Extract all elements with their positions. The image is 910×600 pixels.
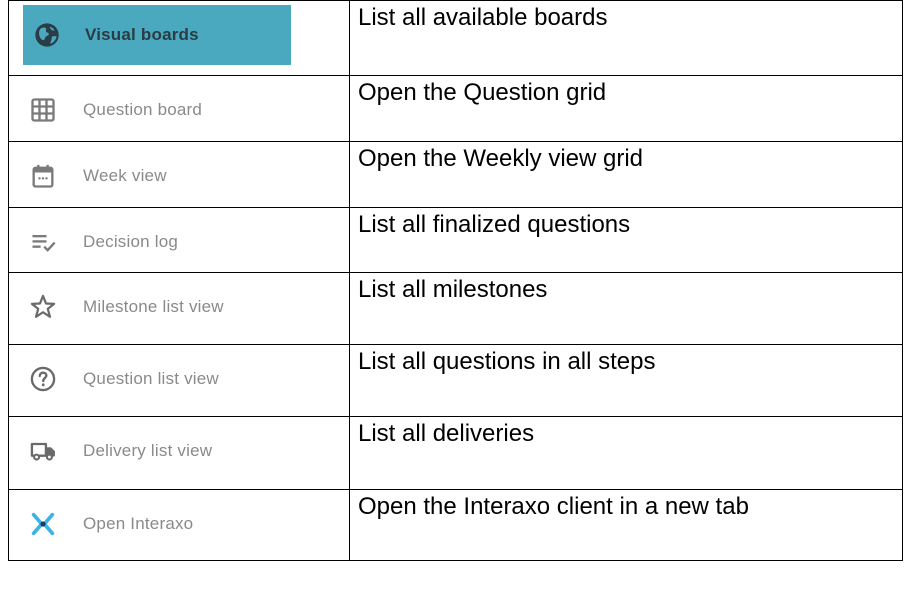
menu-item-label: Milestone list view [83, 297, 224, 316]
menu-item-label: Open Interaxo [83, 514, 194, 533]
menu-cell: Question board [8, 75, 350, 142]
table-row: Decision log List all finalized question… [8, 207, 903, 273]
description-cell: List all questions in all steps [349, 344, 903, 417]
table-row: Delivery list view List all deliveries [8, 416, 903, 490]
row-description: List all finalized questions [358, 211, 631, 238]
calendar-icon [29, 162, 57, 190]
menu-item-decision-log[interactable]: Decision log [23, 216, 178, 268]
row-description: Open the Weekly view grid [358, 145, 644, 172]
menu-item-week-view[interactable]: Week view [23, 150, 167, 202]
menu-cell: Week view [8, 141, 350, 208]
menu-cell: Milestone list view [8, 272, 350, 345]
menu-item-label: Week view [83, 166, 167, 185]
truck-icon [29, 437, 57, 465]
menu-item-label: Decision log [83, 232, 179, 251]
grid-icon [29, 96, 57, 124]
star-icon [29, 293, 57, 321]
description-cell: List all deliveries [349, 416, 903, 490]
table-row: Visual boards List all available boards [8, 0, 903, 76]
description-cell: Open the Weekly view grid [349, 141, 903, 208]
menu-reference-table: Visual boards List all available boards [8, 0, 903, 561]
row-description: List all available boards [358, 4, 608, 31]
description-cell: List all available boards [349, 0, 903, 76]
description-cell: Open the Interaxo client in a new tab [349, 489, 903, 561]
table-row: Question list view List all questions in… [8, 344, 903, 417]
row-description: List all questions in all steps [358, 348, 656, 375]
menu-item-label: Visual boards [85, 25, 199, 44]
row-description: List all milestones [358, 276, 548, 303]
table-row: Open Interaxo Open the Interaxo client i… [8, 489, 903, 561]
table-row: Milestone list view List all milestones [8, 272, 903, 345]
menu-item-visual-boards[interactable]: Visual boards [23, 5, 291, 65]
interaxo-logo-icon [29, 510, 57, 538]
question-circle-icon [29, 365, 57, 393]
menu-item-open-interaxo[interactable]: Open Interaxo [23, 498, 193, 550]
row-description: Open the Question grid [358, 79, 607, 106]
list-check-icon [29, 228, 57, 256]
globe-icon [33, 21, 61, 49]
description-cell: List all finalized questions [349, 207, 903, 273]
description-cell: List all milestones [349, 272, 903, 345]
menu-cell: Question list view [8, 344, 350, 417]
table-row: Week view Open the Weekly view grid [8, 141, 903, 208]
menu-item-label: Question board [83, 100, 203, 119]
row-description: Open the Interaxo client in a new tab [358, 493, 749, 520]
menu-cell: Open Interaxo [8, 489, 350, 561]
table-row: Question board Open the Question grid [8, 75, 903, 142]
menu-item-delivery-list-view[interactable]: Delivery list view [23, 425, 212, 477]
description-cell: Open the Question grid [349, 75, 903, 142]
menu-item-question-board[interactable]: Question board [23, 84, 202, 136]
row-description: List all deliveries [358, 420, 535, 447]
menu-item-milestone-list-view[interactable]: Milestone list view [23, 281, 224, 333]
menu-cell: Decision log [8, 207, 350, 273]
menu-item-question-list-view[interactable]: Question list view [23, 353, 219, 405]
menu-cell: Visual boards [8, 0, 350, 76]
menu-item-label: Question list view [83, 369, 219, 388]
menu-cell: Delivery list view [8, 416, 350, 490]
menu-item-label: Delivery list view [83, 441, 213, 460]
